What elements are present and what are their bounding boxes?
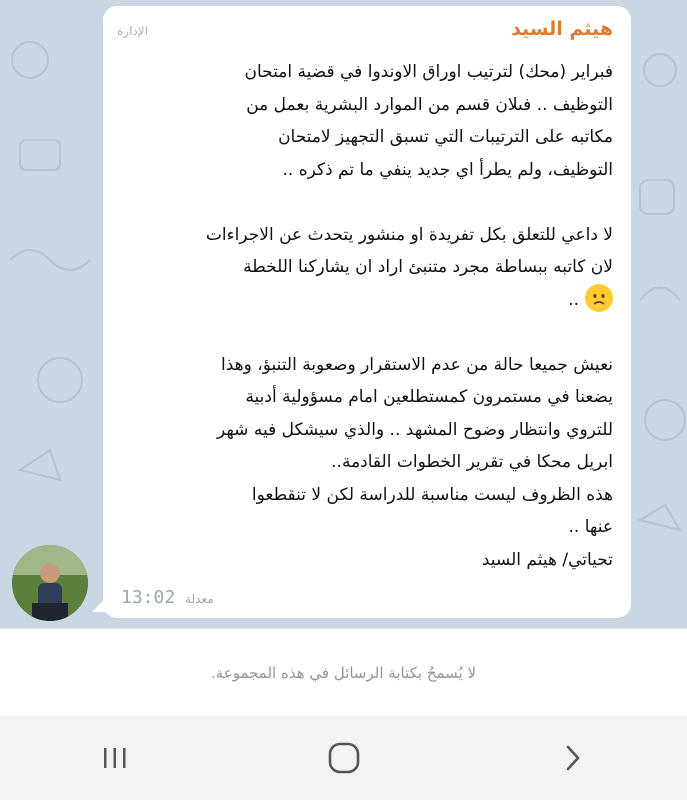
chat-area[interactable]: هيثم السيد الإدارة فبراير (محك) لترتيب ا…: [0, 0, 687, 628]
back-icon: [566, 745, 579, 771]
message-line: التوظيف .. فىلان قسم من الموارد البشرية …: [246, 94, 613, 115]
bubble-tail: [92, 596, 108, 612]
message-line: عنها ..: [568, 517, 613, 537]
message-line: ..: [568, 289, 579, 310]
message-line-break: [123, 186, 613, 219]
sad-face-emoji: [585, 283, 613, 312]
message-line: التوظيف، ولم يطرأ اي جديد ينفي ما تم ذكر…: [282, 159, 613, 180]
message-line: نعيش جميعا حالة من عدم الاستقرار وصعوبة …: [221, 354, 613, 375]
message-time: 13:02: [121, 587, 176, 608]
message-text: فبراير (محك) لترتيب اوراق الاوندوا في قض…: [123, 56, 613, 576]
edited-label: معدلة: [185, 592, 214, 606]
message-line-break: [123, 316, 613, 349]
admin-badge: الإدارة: [117, 24, 148, 38]
sender-avatar[interactable]: [12, 545, 88, 621]
home-icon: [328, 742, 359, 774]
message-line: مكاتبه على الترتيبات التي تسبق التجهيز ل…: [278, 127, 613, 147]
message-line: فبراير (محك) لترتيب اوراق الاوندوا في قض…: [244, 62, 614, 82]
system-nav-bar: [0, 716, 687, 800]
message-line: لان كاتبه ببساطة مجرد متنبئ اراد ان يشار…: [243, 257, 613, 277]
message-line: يضعنا في مستمرون كمستطلعين امام مسؤولية …: [245, 387, 613, 407]
message-line: تحياتي/ هيثم السيد: [481, 549, 613, 570]
message-bubble[interactable]: هيثم السيد الإدارة فبراير (محك) لترتيب ا…: [103, 6, 631, 618]
message-line: ابريل محكا في تقرير الخطوات القادمة..: [331, 452, 613, 472]
recents-icon: [103, 748, 125, 768]
sender-name[interactable]: هيثم السيد: [511, 18, 613, 40]
message-meta: معدلة 13:02: [121, 587, 214, 608]
message-line: لا داعي للتعلق بكل تفريدة او منشور يتحدث…: [205, 224, 613, 245]
message-line: للتروي وانتظار وضوح المشهد .. والذي سيشك…: [216, 419, 613, 440]
restriction-bar: لا يُسمحُ بكتابة الرسائل في هذه المجموعة…: [0, 628, 687, 716]
recents-button[interactable]: [85, 728, 145, 788]
home-button[interactable]: [314, 728, 374, 788]
message-line: هذه الظروف ليست مناسبة للدراسة لكن لا تن…: [251, 484, 613, 505]
message-line-with-emoji: ..: [123, 283, 613, 317]
back-button[interactable]: [543, 728, 603, 788]
restriction-text: لا يُسمحُ بكتابة الرسائل في هذه المجموعة…: [210, 663, 477, 682]
